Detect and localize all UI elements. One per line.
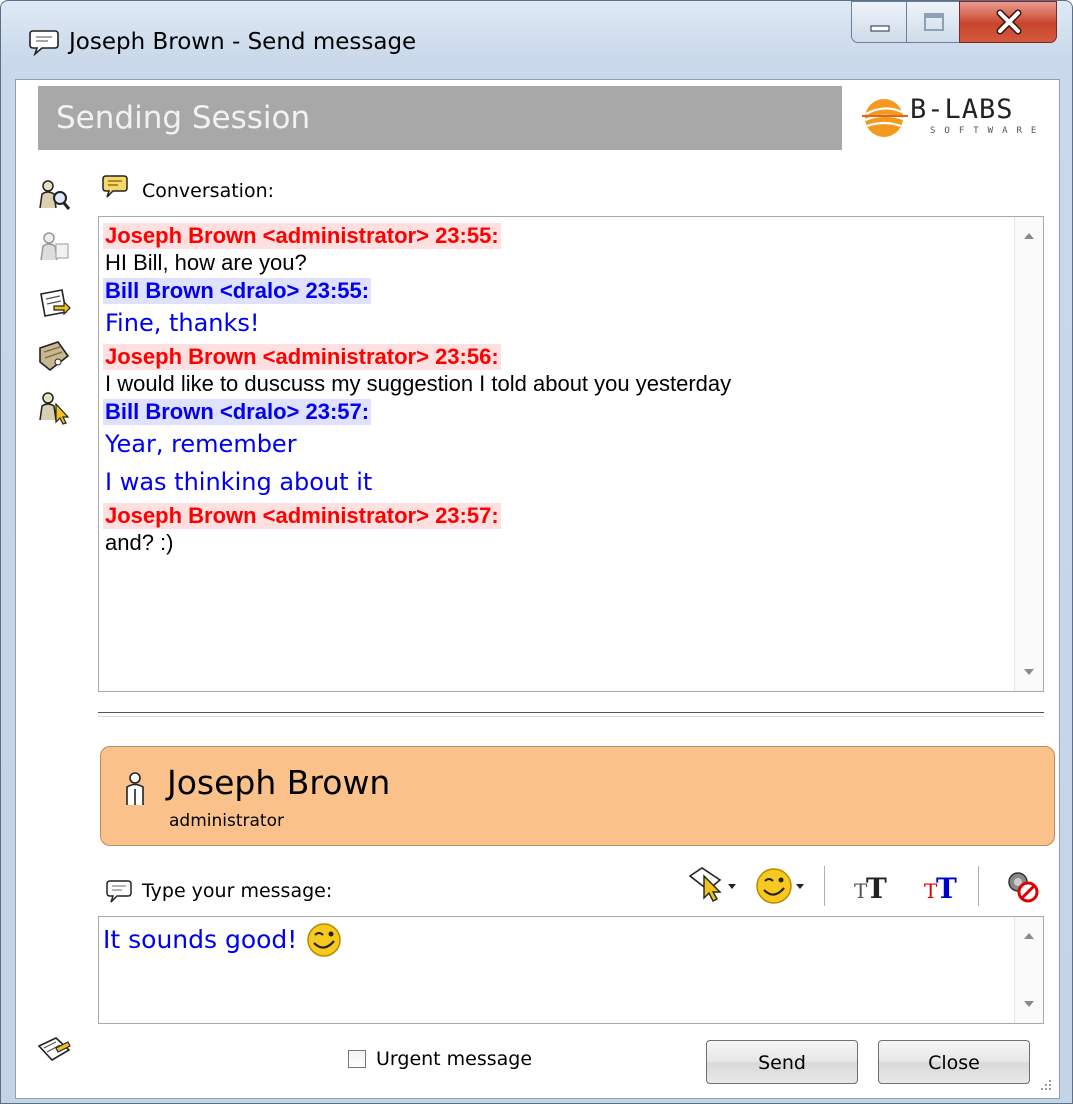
smiley-dropdown-icon[interactable] xyxy=(752,864,810,908)
message-text: and? :) xyxy=(105,530,174,555)
message-input-scrollbar[interactable] xyxy=(1014,917,1043,1023)
block-icon[interactable] xyxy=(1000,864,1046,908)
window-title: Joseph Brown - Send message xyxy=(69,29,417,55)
message-text: HI Bill, how are you? xyxy=(105,250,307,275)
section-divider xyxy=(98,712,1044,717)
tag-icon[interactable] xyxy=(36,338,72,374)
message-input-text[interactable]: It sounds good! xyxy=(103,925,297,954)
close-icon xyxy=(996,9,1022,35)
note-arrow-icon[interactable] xyxy=(36,286,72,322)
notes-icon[interactable] xyxy=(36,1030,72,1066)
user-pointer-icon[interactable] xyxy=(36,390,72,426)
urgent-checkbox[interactable] xyxy=(348,1050,366,1068)
scroll-up-arrow-icon[interactable] xyxy=(1024,233,1034,239)
recipient-card: Joseph Brown administrator xyxy=(100,746,1055,846)
conversation-label: Conversation: xyxy=(142,180,275,202)
header-title: Sending Session xyxy=(56,100,311,136)
message-text: Fine, thanks! xyxy=(105,309,260,337)
conversation-icon xyxy=(102,175,128,198)
resize-grip-icon[interactable] xyxy=(1037,1076,1053,1092)
b-labs-logo: B-LABS SOFTWARE xyxy=(846,86,1056,150)
minimize-button[interactable] xyxy=(851,1,907,43)
message-sender: Joseph Brown <administrator> 23:56: xyxy=(103,344,501,370)
message-sender: Bill Brown <dralo> 23:55: xyxy=(103,278,372,304)
header-bar: Sending Session xyxy=(38,86,842,150)
logo-subtext: SOFTWARE xyxy=(930,126,1046,136)
logo-text: B-LABS xyxy=(910,94,1014,125)
title-bar[interactable]: Joseph Brown - Send message xyxy=(1,1,1072,81)
search-user-icon[interactable] xyxy=(36,178,72,214)
font-icon[interactable]: T T xyxy=(846,864,896,908)
font-color-icon[interactable]: T T xyxy=(916,864,966,908)
toolbar-separator xyxy=(978,866,979,906)
send-button[interactable]: Send xyxy=(706,1040,858,1084)
message-input[interactable]: It sounds good! xyxy=(98,916,1044,1024)
message-text: Year, remember xyxy=(105,430,297,458)
scroll-down-arrow-icon[interactable] xyxy=(1024,669,1034,675)
user-gray-icon[interactable] xyxy=(36,230,72,266)
message-text: I was thinking about it xyxy=(105,468,373,496)
speech-bubble-icon xyxy=(29,30,59,57)
conversation-log[interactable]: Joseph Brown <administrator> 23:55: HI B… xyxy=(98,216,1044,692)
scroll-down-arrow-icon[interactable] xyxy=(1024,1001,1034,1007)
close-button-label: Close xyxy=(928,1052,980,1074)
conversation-scrollbar[interactable] xyxy=(1014,217,1043,691)
pointer-dropdown-icon[interactable] xyxy=(686,864,742,908)
scroll-up-arrow-icon[interactable] xyxy=(1024,933,1034,939)
urgent-label[interactable]: Urgent message xyxy=(376,1048,532,1070)
recipient-role: administrator xyxy=(169,811,284,831)
type-message-icon xyxy=(106,880,132,903)
minimize-icon xyxy=(870,25,890,32)
type-message-label: Type your message: xyxy=(142,880,333,902)
recipient-name: Joseph Brown xyxy=(167,763,391,802)
message-sender: Joseph Brown <administrator> 23:55: xyxy=(103,223,501,249)
svg-text:T: T xyxy=(936,872,957,905)
message-text: I would like to duscuss my suggestion I … xyxy=(105,371,732,396)
message-sender: Joseph Brown <administrator> 23:57: xyxy=(103,503,501,529)
user-icon xyxy=(126,772,144,805)
close-window-button[interactable] xyxy=(959,1,1057,43)
logo-globe-icon xyxy=(862,99,908,137)
send-message-window: Joseph Brown - Send message Sending Sess… xyxy=(0,0,1073,1104)
svg-text:T: T xyxy=(866,872,887,905)
send-button-label: Send xyxy=(758,1052,806,1074)
client-area: Sending Session B-LABS SOFTWARE Conversa… xyxy=(15,79,1060,1099)
maximize-icon xyxy=(924,13,944,31)
wink-smiley-icon xyxy=(307,923,341,957)
toolbar-separator xyxy=(824,866,825,906)
message-sender: Bill Brown <dralo> 23:57: xyxy=(103,399,372,425)
maximize-button[interactable] xyxy=(906,1,960,43)
conversation-messages: Joseph Brown <administrator> 23:55: HI B… xyxy=(103,221,1015,556)
close-button[interactable]: Close xyxy=(878,1040,1030,1084)
